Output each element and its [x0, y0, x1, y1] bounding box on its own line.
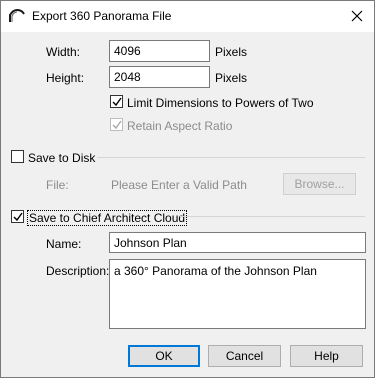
retain-aspect-label: Retain Aspect Ratio	[127, 119, 233, 133]
name-input[interactable]: Johnson Plan	[109, 232, 366, 253]
ok-button[interactable]: OK	[128, 345, 200, 367]
file-path-placeholder: Please Enter a Valid Path	[111, 178, 247, 192]
save-cloud-separator	[180, 216, 365, 217]
check-icon	[112, 97, 122, 107]
height-input[interactable]: 2048	[109, 66, 210, 88]
save-disk-separator	[97, 157, 365, 158]
cancel-button[interactable]: Cancel	[208, 345, 281, 367]
width-label: Width:	[46, 45, 81, 59]
limit-powers-checkbox[interactable]	[110, 95, 123, 108]
description-input[interactable]: a 360° Panorama of the Johnson Plan	[109, 259, 366, 329]
check-icon	[13, 212, 23, 222]
description-label: Description:	[46, 264, 110, 278]
save-disk-label[interactable]: Save to Disk	[28, 151, 95, 165]
limit-powers-label[interactable]: Limit Dimensions to Powers of Two	[127, 96, 314, 110]
width-input[interactable]: 4096	[109, 40, 210, 62]
check-icon	[112, 120, 122, 130]
file-label: File:	[46, 178, 69, 192]
save-cloud-checkbox[interactable]	[11, 210, 24, 223]
retain-aspect-checkbox	[110, 118, 123, 131]
height-unit: Pixels	[215, 71, 248, 85]
browse-button[interactable]: Browse...	[283, 173, 356, 195]
close-icon	[351, 10, 363, 22]
window-title: Export 360 Panorama File	[32, 9, 172, 23]
width-unit: Pixels	[215, 45, 248, 59]
chief-architect-logo-icon	[9, 8, 25, 23]
save-disk-checkbox[interactable]	[11, 150, 24, 163]
help-button[interactable]: Help	[290, 345, 363, 367]
name-label: Name:	[46, 237, 82, 251]
title-bar: Export 360 Panorama File	[1, 1, 374, 32]
close-button[interactable]	[340, 1, 374, 32]
save-cloud-label[interactable]: Save to Chief Architect Cloud	[27, 210, 188, 226]
height-label: Height:	[46, 71, 85, 85]
export-panorama-dialog: Export 360 Panorama File Width: 4096 Pix…	[0, 0, 375, 378]
